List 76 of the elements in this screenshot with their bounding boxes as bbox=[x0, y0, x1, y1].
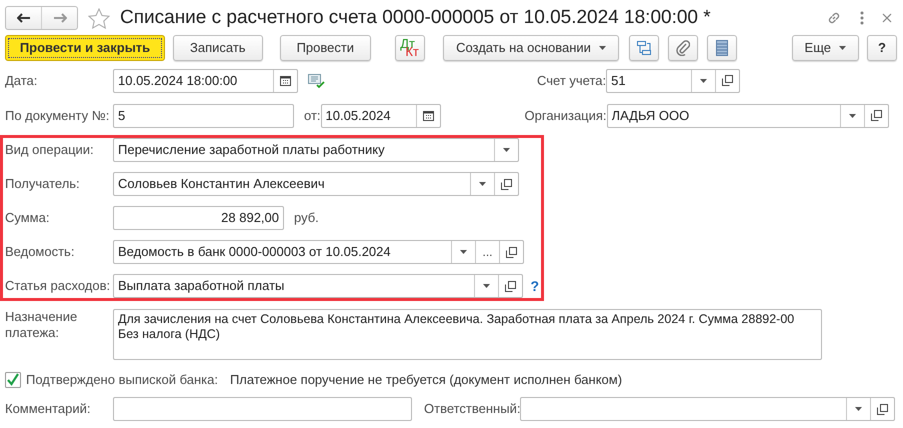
caret-icon bbox=[460, 250, 467, 254]
field-label: Вид операции: bbox=[5, 141, 95, 160]
field-value[interactable]: Ведомость в банк 0000-000003 от 10.05.2024 bbox=[114, 241, 451, 263]
currency-label: руб. bbox=[294, 209, 319, 228]
document-check-icon[interactable] bbox=[308, 74, 325, 88]
input-field[interactable]: 10.05.2024 bbox=[320, 104, 441, 128]
menu-button[interactable]: Еще bbox=[792, 35, 859, 61]
paperclip-icon bbox=[676, 40, 690, 56]
caret-icon bbox=[848, 114, 856, 118]
open-icon bbox=[505, 280, 516, 292]
field-label: Получатель: bbox=[5, 175, 81, 194]
field-value[interactable]: 5 bbox=[114, 104, 293, 126]
field-value[interactable]: ЛАДЬЯ ООО bbox=[608, 104, 840, 126]
input-field[interactable] bbox=[113, 397, 412, 421]
open-icon bbox=[501, 178, 512, 190]
caret-icon bbox=[479, 182, 486, 186]
help-link[interactable]: ? bbox=[530, 276, 539, 296]
field-label: Статья расходов: bbox=[5, 277, 112, 296]
caret-icon bbox=[839, 46, 846, 50]
field-label: Дата: bbox=[5, 72, 38, 90]
open-icon bbox=[877, 404, 888, 414]
postings-button[interactable]: Дт Кт bbox=[395, 35, 426, 61]
structure-button[interactable] bbox=[628, 35, 659, 61]
field-value[interactable]: 10.05.2024 bbox=[322, 104, 416, 126]
back-arrow-icon bbox=[16, 13, 30, 23]
forward-arrow-icon bbox=[52, 13, 66, 23]
list-button[interactable] bbox=[706, 35, 737, 61]
star-icon[interactable] bbox=[88, 8, 110, 28]
hierarchy-icon bbox=[636, 40, 652, 56]
select-button[interactable]: ... bbox=[475, 241, 499, 263]
input-field[interactable]: Соловьев Константин Алексеевич bbox=[113, 172, 519, 196]
caret-icon bbox=[503, 148, 510, 152]
field-value[interactable]: 28 892,00 bbox=[114, 207, 283, 229]
caret-icon bbox=[855, 407, 862, 411]
caret-icon bbox=[483, 284, 490, 288]
field-label: от: bbox=[304, 108, 321, 122]
status-text: Платежное поручение не требуется (документ исполнен банком) bbox=[230, 371, 622, 390]
open-icon bbox=[870, 110, 882, 121]
link-icon[interactable] bbox=[826, 10, 842, 26]
close-icon[interactable] bbox=[882, 13, 892, 23]
field-label: Организация: bbox=[524, 108, 607, 122]
field-value[interactable]: 51 bbox=[607, 70, 692, 92]
toolbar-button[interactable]: Провести bbox=[280, 35, 372, 61]
list-icon bbox=[716, 40, 728, 56]
help-button[interactable]: ? bbox=[867, 35, 897, 61]
window-title: Списание с расчетного счета 0000-000005 от 10.05.2024 18:00:00 * bbox=[120, 6, 711, 30]
open-icon bbox=[506, 246, 517, 258]
toolbar-button[interactable]: Записать bbox=[173, 35, 263, 61]
checkbox[interactable] bbox=[5, 372, 21, 388]
field-value[interactable]: Выплата заработной платы bbox=[114, 275, 474, 297]
calendar-icon bbox=[280, 75, 291, 86]
input-field[interactable]: 10.05.2024 18:00:00 bbox=[113, 68, 298, 92]
menu-button[interactable]: Создать на основании bbox=[443, 35, 619, 61]
field-label: Сумма: bbox=[5, 209, 50, 228]
input-field[interactable]: ЛАДЬЯ ООО bbox=[606, 104, 889, 128]
field-value[interactable]: Соловьев Константин Алексеевич bbox=[114, 173, 470, 195]
purpose-textarea[interactable]: Для зачисления на счет Соловьева Константина Алексеевича. Заработная плата за Апрель 2024 г. Сумма 28892-00 Без налога (НДС) bbox=[113, 309, 822, 360]
field-label: Ответственный: bbox=[424, 401, 520, 416]
checkbox-label: Подтверждено выпиской банка: bbox=[26, 371, 218, 390]
field-label: Счет учета: bbox=[537, 72, 606, 88]
caret-icon bbox=[598, 46, 606, 50]
attach-button[interactable] bbox=[668, 35, 698, 61]
field-value[interactable]: 10.05.2024 18:00:00 bbox=[114, 70, 273, 92]
open-icon bbox=[722, 75, 734, 86]
field-label: Назначение платежа: bbox=[5, 309, 78, 342]
input-field[interactable]: Ведомость в банк 0000-000003 от 10.05.2024 ... bbox=[113, 240, 524, 264]
input-field[interactable] bbox=[520, 397, 896, 421]
input-field[interactable]: 51 bbox=[606, 68, 740, 92]
field-label: Ведомость: bbox=[5, 243, 76, 262]
more-icon[interactable] bbox=[860, 11, 864, 25]
caret-icon bbox=[700, 78, 708, 82]
input-field[interactable]: Выплата заработной платы bbox=[113, 274, 524, 298]
field-label: По документу №: bbox=[5, 106, 110, 125]
field-label: Комментарий: bbox=[5, 400, 92, 418]
post-and-close-button[interactable]: Провести и закрыть bbox=[5, 35, 165, 61]
calendar-icon bbox=[422, 110, 434, 121]
